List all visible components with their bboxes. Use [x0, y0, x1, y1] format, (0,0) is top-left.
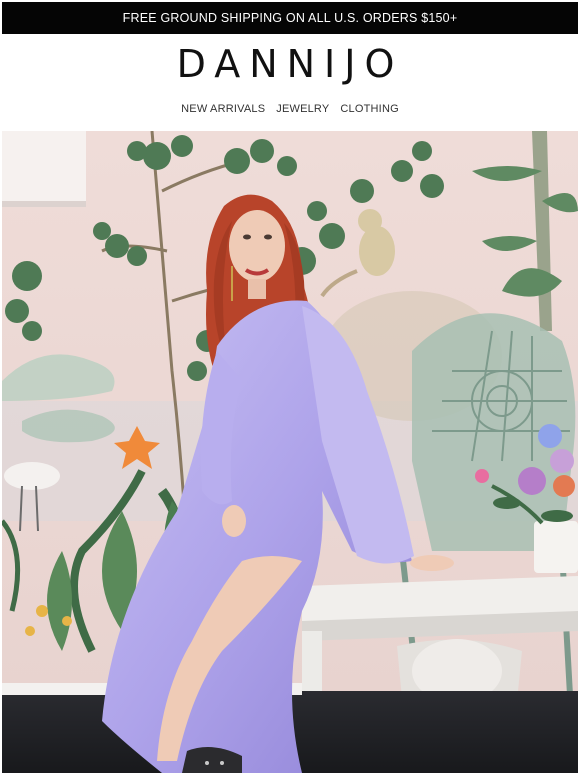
nav-item-jewelry[interactable]: JEWELRY [276, 103, 329, 121]
hero-image[interactable] [2, 131, 578, 773]
brand-logo[interactable]: DANNIJO [0, 40, 580, 88]
shipping-banner: FREE GROUND SHIPPING ON ALL U.S. ORDERS … [2, 2, 578, 34]
wall-shelf [2, 131, 86, 207]
shipping-banner-text: FREE GROUND SHIPPING ON ALL U.S. ORDERS … [122, 11, 458, 25]
brand-logo-text: DANNIJO [176, 42, 404, 86]
nav-item-new-arrivals[interactable]: NEW ARRIVALS [181, 103, 265, 121]
nav-item-clothing[interactable]: CLOTHING [340, 103, 398, 121]
main-nav: NEW ARRIVALS JEWELRY CLOTHING [0, 103, 580, 121]
hero-illustration [2, 131, 578, 773]
